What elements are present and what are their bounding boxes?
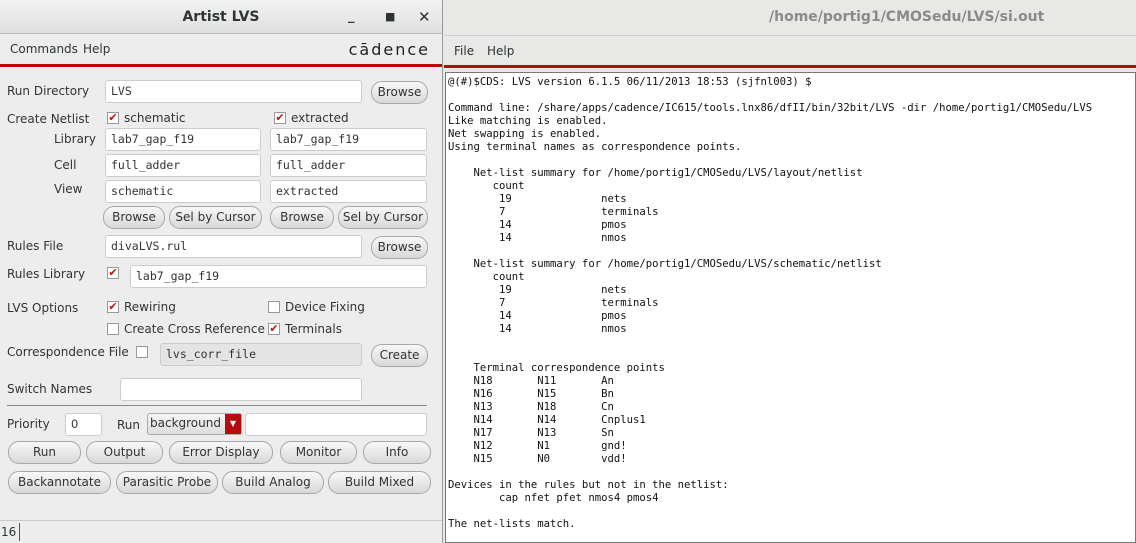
device-fixing-label: Device Fixing <box>285 300 365 314</box>
create-netlist-label: Create Netlist <box>7 112 90 126</box>
library-label: Library <box>54 132 96 146</box>
cross-reference-label: Create Cross Reference <box>124 322 265 336</box>
device-fixing-checkbox[interactable] <box>268 301 280 313</box>
correspondence-checkbox[interactable] <box>136 346 148 358</box>
status-divider <box>19 523 20 541</box>
log-menu-bar: File Help <box>444 35 1136 65</box>
correspondence-file-label: Correspondence File <box>7 345 129 359</box>
extracted-browse-button[interactable]: Browse <box>270 206 334 229</box>
info-button[interactable]: Info <box>363 441 431 464</box>
correspondence-file-input[interactable]: lvs_corr_file <box>160 343 362 366</box>
divider <box>444 65 1136 68</box>
monitor-button[interactable]: Monitor <box>280 441 357 464</box>
chevron-down-icon[interactable]: ▼ <box>225 414 241 434</box>
run-directory-label: Run Directory <box>7 84 90 98</box>
window-title: Artist LVS <box>182 9 260 25</box>
run-button[interactable]: Run <box>8 441 81 464</box>
rules-file-input[interactable]: divaLVS.rul <box>105 235 362 258</box>
log-title-bar: /home/portig1/CMOSedu/LVS/si.out <box>444 0 1136 35</box>
schematic-sel-by-cursor-button[interactable]: Sel by Cursor <box>169 206 262 229</box>
rules-library-label: Rules Library <box>7 267 86 281</box>
run-directory-input[interactable]: LVS <box>105 80 362 103</box>
rewiring-label: Rewiring <box>124 300 176 314</box>
menu-commands[interactable]: Commands <box>10 42 78 56</box>
extracted-library-input[interactable]: lab7_gap_f19 <box>270 128 427 151</box>
build-mixed-button[interactable]: Build Mixed <box>328 471 431 494</box>
terminals-checkbox[interactable]: ✔ <box>268 323 280 335</box>
maximize-icon[interactable]: ■ <box>385 0 395 34</box>
rules-library-checkbox[interactable]: ✔ <box>107 267 119 279</box>
build-analog-button[interactable]: Build Analog <box>222 471 324 494</box>
extracted-checkbox[interactable]: ✔ <box>274 112 286 124</box>
separator <box>7 405 427 406</box>
title-bar: Artist LVS _ ■ ✕ <box>0 0 442 34</box>
minimize-icon[interactable]: _ <box>348 0 355 34</box>
status-bar: 16 <box>0 520 442 543</box>
backannotate-button[interactable]: Backannotate <box>8 471 111 494</box>
extracted-view-input[interactable]: extracted <box>270 180 427 203</box>
rules-file-label: Rules File <box>7 239 64 253</box>
switch-names-input[interactable] <box>120 378 362 401</box>
cadence-logo: cādence <box>348 40 430 59</box>
status-number: 16 <box>1 525 17 539</box>
run-mode-dropdown[interactable]: background ▼ <box>147 413 242 435</box>
run-directory-browse-button[interactable]: Browse <box>371 81 428 104</box>
extracted-sel-by-cursor-button[interactable]: Sel by Cursor <box>338 206 428 229</box>
menu-bar: Commands Help cādence <box>0 34 442 64</box>
extracted-checkbox-label: extracted <box>291 111 349 125</box>
schematic-checkbox-label: schematic <box>124 111 186 125</box>
priority-input[interactable]: 0 <box>65 413 102 436</box>
menu-help[interactable]: Help <box>83 42 110 56</box>
extracted-cell-input[interactable]: full_adder <box>270 154 427 177</box>
terminals-label: Terminals <box>285 322 342 336</box>
menu-help[interactable]: Help <box>487 44 514 58</box>
create-button[interactable]: Create <box>371 344 428 367</box>
divider <box>0 64 442 67</box>
cross-reference-checkbox[interactable] <box>107 323 119 335</box>
rules-library-input[interactable]: lab7_gap_f19 <box>130 265 427 288</box>
close-icon[interactable]: ✕ <box>418 0 431 34</box>
view-label: View <box>54 182 83 196</box>
run-mode-input[interactable] <box>245 413 427 436</box>
schematic-checkbox[interactable]: ✔ <box>107 112 119 124</box>
schematic-view-input[interactable]: schematic <box>105 180 261 203</box>
artist-lvs-window: Artist LVS _ ■ ✕ Commands Help cādence R… <box>0 0 443 543</box>
rewiring-checkbox[interactable]: ✔ <box>107 301 119 313</box>
log-content: @(#)$CDS: LVS version 6.1.5 06/11/2013 1… <box>448 76 1093 530</box>
rules-file-browse-button[interactable]: Browse <box>371 236 428 259</box>
schematic-library-input[interactable]: lab7_gap_f19 <box>105 128 261 151</box>
schematic-cell-input[interactable]: full_adder <box>105 154 261 177</box>
lvs-options-label: LVS Options <box>7 301 79 315</box>
log-viewer-window: /home/portig1/CMOSedu/LVS/si.out File He… <box>444 0 1136 543</box>
output-button[interactable]: Output <box>86 441 163 464</box>
run-mode-label: Run <box>117 418 141 432</box>
log-window-title: /home/portig1/CMOSedu/LVS/si.out <box>769 9 1045 25</box>
error-display-button[interactable]: Error Display <box>169 441 273 464</box>
switch-names-label: Switch Names <box>7 382 93 396</box>
priority-label: Priority <box>7 417 50 431</box>
schematic-browse-button[interactable]: Browse <box>103 206 165 229</box>
menu-file[interactable]: File <box>454 44 474 58</box>
run-mode-value: background <box>150 416 221 430</box>
parasitic-probe-button[interactable]: Parasitic Probe <box>116 471 218 494</box>
log-text-area[interactable]: @(#)$CDS: LVS version 6.1.5 06/11/2013 1… <box>445 72 1136 543</box>
cell-label: Cell <box>54 158 77 172</box>
